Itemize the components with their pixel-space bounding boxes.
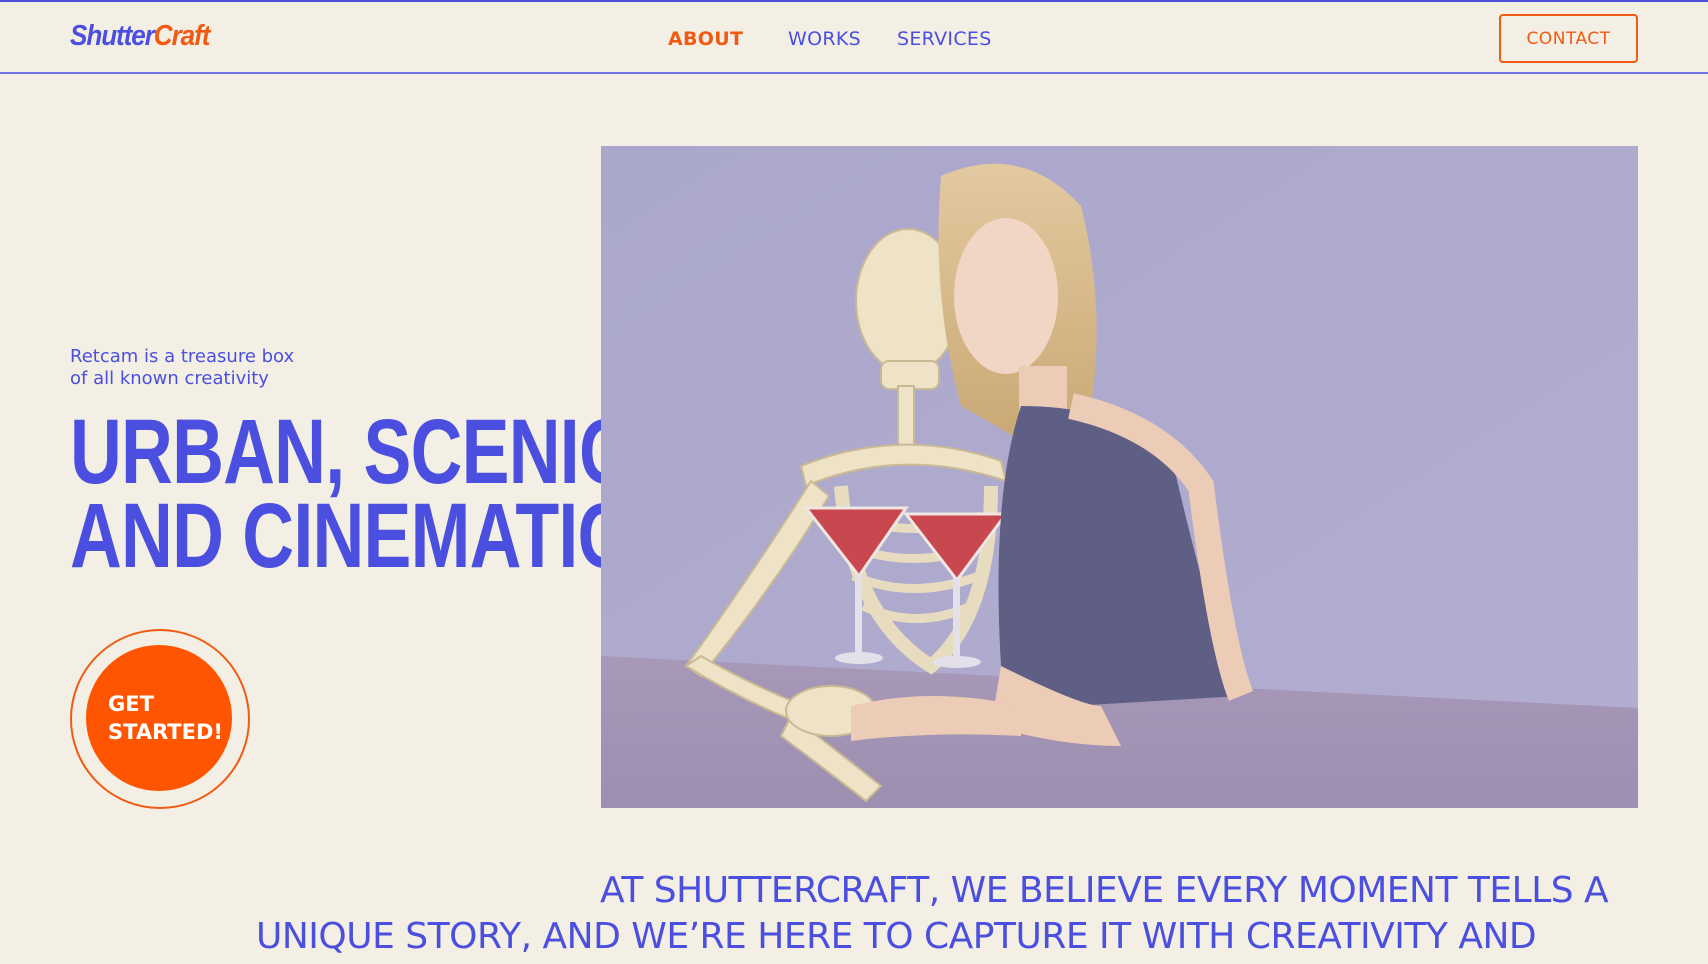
hero-headline: URBAN, SCENIC AND CINEMATIC: [70, 401, 631, 587]
nav-item-about[interactable]: ABOUT: [668, 28, 743, 50]
cta-line-2: STARTED!: [108, 720, 223, 744]
get-started-button[interactable]: GET STARTED!: [86, 645, 232, 791]
hero-tagline: Retcam is a treasure box of all known cr…: [70, 346, 330, 390]
headline-line-2: AND CINEMATIC: [70, 485, 629, 587]
tagline-line-1: Retcam is a treasure box: [70, 346, 295, 367]
tagline-line-2: of all known creativity: [70, 368, 269, 389]
main-nav: ABOUT WORKS SERVICES: [0, 28, 1708, 52]
hero-photo-illustration: [601, 146, 1638, 808]
site-header: ShutterCraft ABOUT WORKS SERVICES CONTAC…: [0, 0, 1708, 74]
hero-photo: [601, 146, 1638, 808]
contact-button[interactable]: CONTACT: [1499, 14, 1638, 63]
cta-line-1: GET: [108, 692, 154, 716]
nav-item-works[interactable]: WORKS: [788, 28, 861, 50]
statement-line-1: AT SHUTTERCRAFT, WE BELIEVE EVERY MOMENT…: [600, 870, 1609, 911]
page: ShutterCraft ABOUT WORKS SERVICES CONTAC…: [0, 0, 1708, 964]
nav-item-services[interactable]: SERVICES: [897, 28, 992, 50]
headline-line-1: URBAN, SCENIC: [70, 401, 631, 503]
statement-line-2: UNIQUE STORY, AND WE’RE HERE TO CAPTURE …: [256, 916, 1537, 957]
